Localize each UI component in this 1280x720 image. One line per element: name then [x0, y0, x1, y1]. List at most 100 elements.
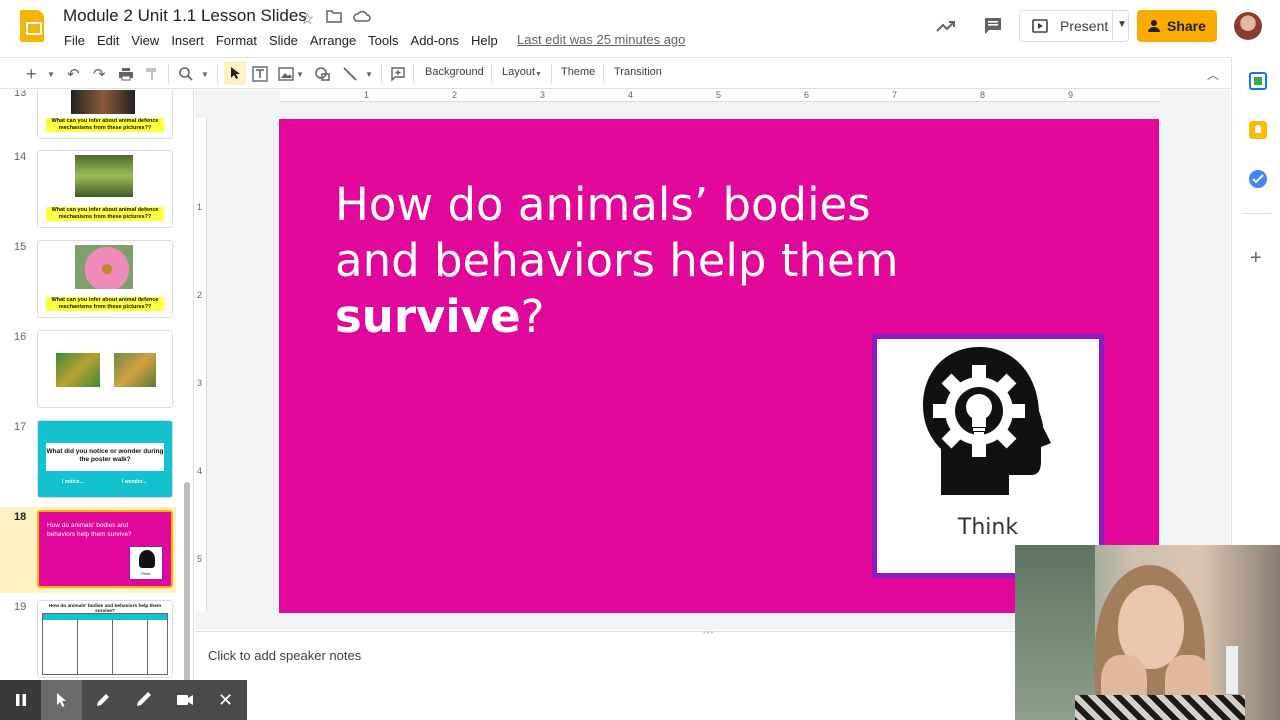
speaker-notes-placeholder[interactable]: Click to add speaker notes	[208, 648, 361, 663]
add-comment-icon[interactable]	[390, 64, 406, 84]
webcam-background-phone	[1225, 645, 1239, 695]
slide-thumbnail-13[interactable]: What can you infer about animal defence …	[37, 90, 173, 139]
thumbnail-image	[75, 245, 133, 289]
thumbnail-text: I notice...	[62, 479, 84, 485]
menu-format[interactable]: Format	[210, 31, 263, 50]
ruler-label: 6	[804, 90, 810, 100]
ruler-label: 4	[628, 90, 634, 100]
collapse-menus-chevron-icon[interactable]: ︿	[1207, 64, 1219, 84]
menu-view[interactable]: View	[125, 31, 165, 50]
text-box-icon[interactable]	[252, 64, 268, 84]
menu-file[interactable]: File	[58, 31, 91, 50]
thumbnail-caption: What can you infer about animal defence …	[46, 207, 164, 221]
webcam-overlay[interactable]	[1015, 545, 1280, 720]
pause-icon[interactable]	[0, 680, 41, 720]
highlighter-tool-icon[interactable]	[123, 680, 164, 720]
redo-icon[interactable]: ↷	[93, 64, 106, 84]
slide-title-line: survive?	[335, 289, 955, 345]
theme-button[interactable]: Theme	[561, 66, 595, 78]
vertical-ruler[interactable]: 1 2 3 4 5	[195, 118, 207, 612]
comment-history-icon[interactable]	[982, 15, 1004, 37]
cloud-status-icon[interactable]	[353, 9, 371, 28]
menu-help[interactable]: Help	[465, 31, 504, 50]
slide-thumbnail-16[interactable]	[37, 330, 173, 408]
slide-thumbnail-17[interactable]: What did you notice or wonder during the…	[37, 420, 173, 498]
share-button[interactable]: Share	[1137, 10, 1217, 42]
insert-image-icon[interactable]	[278, 64, 294, 84]
user-avatar[interactable]	[1234, 12, 1262, 40]
menu-insert[interactable]: Insert	[165, 31, 210, 50]
line-icon[interactable]	[342, 64, 358, 84]
activity-dashboard-icon[interactable]	[934, 14, 958, 38]
slide-thumbnail-15[interactable]: What can you infer about animal defence …	[37, 240, 173, 318]
menu-edit[interactable]: Edit	[91, 31, 125, 50]
horizontal-ruler[interactable]: 1 2 3 4 5 6 7 8 9	[280, 90, 1160, 102]
thumbnail-text: Think	[140, 571, 151, 576]
slide-title-punctuation: ?	[520, 290, 545, 343]
shape-icon[interactable]	[314, 64, 332, 84]
cursor-arrow-icon	[231, 67, 240, 79]
menu-addons[interactable]: Add-ons	[405, 31, 465, 50]
calendar-icon[interactable]	[1249, 72, 1267, 90]
last-edit-link[interactable]: Last edit was 25 minutes ago	[517, 32, 685, 47]
ruler-label: 1	[364, 90, 370, 100]
print-icon[interactable]	[118, 64, 134, 84]
webcam-toggle-icon[interactable]	[164, 680, 205, 720]
head-lightbulb-gear-icon	[923, 347, 1051, 495]
present-button[interactable]: Present ▼	[1019, 10, 1129, 42]
slide-title-textbox[interactable]: How do animals’ bodies and behaviors hel…	[335, 177, 955, 345]
slides-logo-icon[interactable]	[20, 10, 44, 42]
head-gear-icon	[139, 550, 155, 568]
slide-thumbnail-14[interactable]: What can you infer about animal defence …	[37, 150, 173, 228]
notes-resize-handle[interactable]: •••	[703, 628, 714, 637]
toolbar-divider	[413, 64, 414, 84]
thumbnail-think-card: Think	[129, 546, 163, 580]
zoom-dropdown-icon[interactable]: ▼	[201, 64, 209, 84]
ruler-label: 1	[197, 202, 203, 212]
menu-slide[interactable]: Slide	[263, 31, 304, 50]
document-title[interactable]: Module 2 Unit 1.1 Lesson Slides	[63, 6, 307, 26]
present-divider	[1112, 11, 1113, 41]
tasks-icon[interactable]	[1249, 170, 1267, 188]
toolbar-divider	[551, 64, 552, 84]
menu-arrange[interactable]: Arrange	[304, 31, 362, 50]
share-label: Share	[1167, 18, 1206, 34]
keep-icon[interactable]	[1249, 121, 1267, 139]
current-slide[interactable]: How do animals’ bodies and behaviors hel…	[279, 119, 1159, 613]
new-slide-dropdown-icon[interactable]: ▼	[47, 64, 55, 84]
select-tool-button[interactable]	[224, 61, 246, 85]
menu-tools[interactable]: Tools	[362, 31, 404, 50]
layout-button[interactable]: Layout	[502, 66, 535, 78]
toolbar-divider	[603, 64, 604, 84]
ruler-label: 3	[197, 378, 203, 388]
slide-thumbnail-19[interactable]: How do animals' bodies and behaviors hel…	[37, 600, 173, 678]
filmstrip-scrollbar[interactable]	[184, 482, 190, 680]
image-dropdown-icon[interactable]: ▼	[296, 64, 304, 84]
thumbnail-image	[114, 353, 156, 387]
thumbnail-caption: What did you notice or wonder during the…	[46, 443, 164, 471]
line-dropdown-icon[interactable]: ▼	[365, 64, 373, 84]
toolbar-divider	[217, 64, 218, 84]
pen-tool-icon[interactable]	[82, 680, 123, 720]
ruler-label: 2	[452, 90, 458, 100]
background-button[interactable]: Background	[425, 66, 484, 78]
new-slide-plus-icon[interactable]: +	[26, 64, 37, 84]
pointer-tool-icon[interactable]	[41, 680, 82, 720]
move-folder-icon[interactable]	[326, 9, 342, 28]
transition-button[interactable]: Transition	[614, 66, 662, 78]
thumbnail-image	[71, 90, 135, 114]
think-card-image[interactable]: Think	[872, 334, 1104, 578]
star-icon[interactable]: ☆	[300, 9, 314, 29]
thumbnail-text: I wonder...	[122, 479, 147, 485]
thumbnail-image	[75, 155, 133, 197]
paint-format-icon[interactable]	[145, 64, 159, 84]
present-icon	[1032, 19, 1048, 33]
get-addons-plus-icon[interactable]: +	[1250, 247, 1262, 270]
undo-icon[interactable]: ↶	[67, 64, 80, 84]
slide-thumbnail-18[interactable]: How do animals' bodies and behaviors hel…	[37, 510, 173, 588]
close-recorder-icon[interactable]: ✕	[205, 680, 246, 720]
layout-dropdown-icon[interactable]: ▼	[535, 64, 542, 84]
present-dropdown-chevron-icon[interactable]: ▼	[1117, 19, 1127, 30]
zoom-icon[interactable]	[178, 64, 194, 84]
ruler-label: 9	[1068, 90, 1074, 100]
